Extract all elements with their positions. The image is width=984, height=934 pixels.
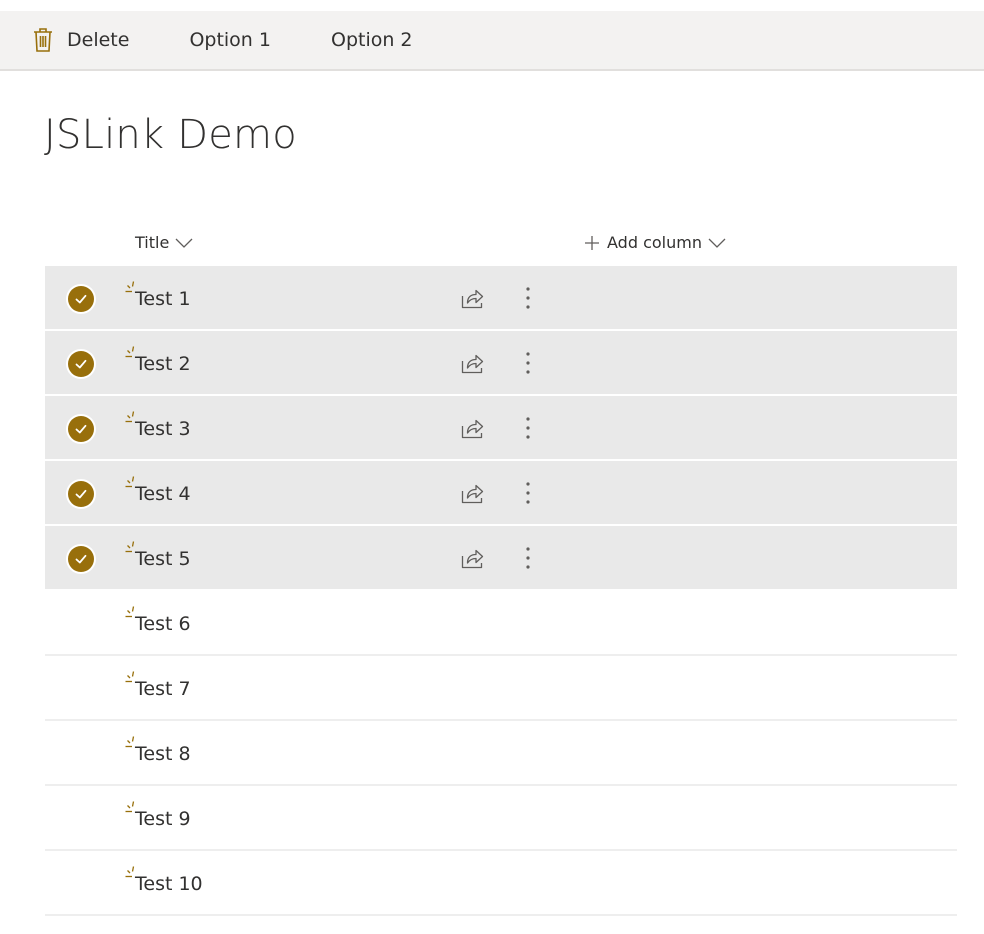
- delete-button[interactable]: Delete: [32, 27, 129, 53]
- title-column-header[interactable]: Title: [135, 233, 193, 252]
- more-actions-icon[interactable]: [521, 350, 535, 376]
- row-title[interactable]: Test 6: [135, 613, 191, 635]
- option-1-label: Option 1: [189, 29, 271, 51]
- share-icon[interactable]: [460, 481, 484, 505]
- row-title[interactable]: Test 1: [135, 288, 191, 310]
- share-icon[interactable]: [460, 546, 484, 570]
- chevron-down-icon: [175, 238, 193, 248]
- row-select-checkbox[interactable]: [68, 416, 94, 442]
- list-row[interactable]: Test 1: [45, 266, 957, 331]
- share-icon[interactable]: [460, 351, 484, 375]
- share-icon[interactable]: [460, 416, 484, 440]
- list-row[interactable]: Test 10: [45, 851, 957, 916]
- row-title[interactable]: Test 4: [135, 483, 191, 505]
- row-title[interactable]: Test 8: [135, 743, 191, 765]
- checkmark-icon: [75, 489, 87, 499]
- list-row[interactable]: Test 7: [45, 656, 957, 721]
- list-row[interactable]: Test 3: [45, 396, 957, 461]
- row-title[interactable]: Test 9: [135, 808, 191, 830]
- row-title[interactable]: Test 7: [135, 678, 191, 700]
- option-2-label: Option 2: [330, 29, 413, 51]
- top-spacer: [0, 0, 984, 11]
- list-row[interactable]: Test 2: [45, 331, 957, 396]
- plus-icon: [585, 235, 599, 250]
- chevron-down-icon: [708, 238, 726, 248]
- list-header: Title Add column: [45, 222, 957, 266]
- more-actions-icon[interactable]: [521, 545, 535, 571]
- list-view: Title Add column Test 1 Test 2 Test 3 Test …: [45, 222, 957, 916]
- more-actions-icon[interactable]: [521, 480, 535, 506]
- add-column-header[interactable]: Add column: [585, 233, 726, 252]
- list-row[interactable]: Test 8: [45, 721, 957, 786]
- row-select-checkbox[interactable]: [68, 286, 94, 312]
- page-title: JSLink Demo: [44, 112, 297, 158]
- row-title[interactable]: Test 10: [135, 873, 203, 895]
- row-title[interactable]: Test 2: [135, 353, 191, 375]
- list-row[interactable]: Test 4: [45, 461, 957, 526]
- list-row[interactable]: Test 9: [45, 786, 957, 851]
- checkmark-icon: [75, 554, 87, 564]
- list-row[interactable]: Test 6: [45, 591, 957, 656]
- list-row[interactable]: Test 5: [45, 526, 957, 591]
- row-select-checkbox[interactable]: [68, 481, 94, 507]
- more-actions-icon[interactable]: [521, 285, 535, 311]
- row-title[interactable]: Test 3: [135, 418, 191, 440]
- option-2-button[interactable]: Option 2: [331, 29, 413, 51]
- share-icon[interactable]: [460, 286, 484, 310]
- delete-label: Delete: [67, 29, 130, 51]
- option-1-button[interactable]: Option 1: [189, 29, 271, 51]
- list-rows: Test 1 Test 2 Test 3 Test 4 Test 5 Test 6 Test…: [45, 266, 957, 916]
- title-column-label: Title: [135, 233, 170, 252]
- checkmark-icon: [75, 359, 87, 369]
- command-bar: Delete Option 1 Option 2: [0, 11, 984, 71]
- checkmark-icon: [75, 424, 87, 434]
- row-select-checkbox[interactable]: [68, 351, 94, 377]
- add-column-label: Add column: [607, 233, 702, 252]
- trash-icon: [34, 28, 52, 52]
- row-select-checkbox[interactable]: [68, 546, 94, 572]
- row-title[interactable]: Test 5: [135, 548, 191, 570]
- more-actions-icon[interactable]: [521, 415, 535, 441]
- checkmark-icon: [75, 294, 87, 304]
